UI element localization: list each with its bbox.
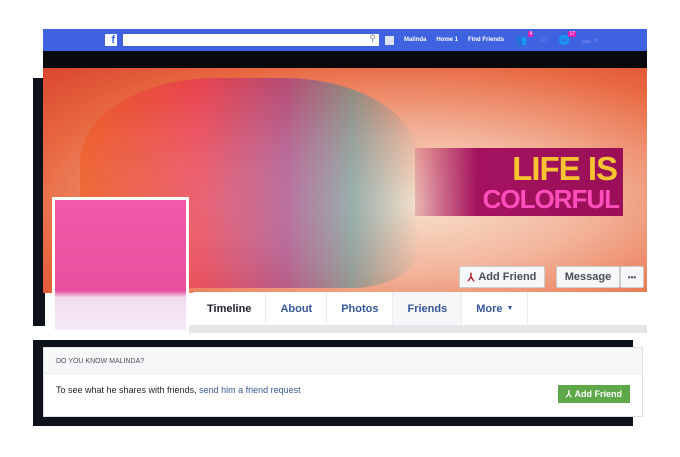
nav-find-friends-link[interactable]: Find Friends xyxy=(468,37,504,43)
nav-profile-link[interactable]: Malinda xyxy=(404,37,426,43)
home-count: 1 xyxy=(454,37,459,43)
badge: 4 xyxy=(528,30,534,37)
tab-friends[interactable]: Friends xyxy=(393,292,463,325)
profile-tabs: Timeline About Photos Friends More ▼ xyxy=(193,292,647,325)
divider xyxy=(189,325,647,333)
message-button[interactable]: Message xyxy=(556,266,620,288)
header-strip xyxy=(43,51,647,69)
friend-requests-icon[interactable]: 👥 4 xyxy=(516,30,534,46)
add-friend-icon: ⅄ xyxy=(566,388,572,399)
tab-more-label: More xyxy=(476,302,503,315)
badge: 17 xyxy=(568,30,577,37)
tab-photos[interactable]: Photos xyxy=(327,292,394,325)
notifications-icon[interactable]: 🌐 17 xyxy=(559,30,577,46)
card-body: To see what he shares with friends, send… xyxy=(44,374,642,395)
headline-line2: COLORFUL xyxy=(482,184,620,214)
privacy-icon[interactable]: ▬ ▾ xyxy=(582,35,598,46)
messages-icon[interactable]: ✉ xyxy=(539,35,547,46)
tab-timeline[interactable]: Timeline xyxy=(193,292,267,325)
card-text: To see what he shares with friends, xyxy=(56,385,200,395)
profile-picture[interactable] xyxy=(52,197,189,333)
nav-home-link[interactable]: Home 1 xyxy=(436,37,458,43)
avatar[interactable] xyxy=(385,35,394,45)
top-navbar: f ⚲ Malinda Home 1 Find Friends 👥 4 ✉ 🌐 17… xyxy=(43,29,647,51)
search-icon[interactable]: ⚲ xyxy=(369,33,376,44)
chevron-down-icon: ▼ xyxy=(506,305,514,312)
facebook-logo-icon[interactable]: f xyxy=(105,34,117,46)
home-label: Home xyxy=(436,37,454,43)
add-friend-label: Add Friend xyxy=(478,271,537,283)
search-input[interactable]: ⚲ xyxy=(123,33,379,46)
know-person-card: DO YOU KNOW MALINDA? To see what he shar… xyxy=(43,347,643,417)
cover-headline: LIFE IS COLORFUL xyxy=(415,148,623,216)
tab-about[interactable]: About xyxy=(266,292,328,325)
add-friend-button[interactable]: ⅄ Add Friend xyxy=(459,266,545,288)
more-options-button[interactable]: ••• xyxy=(620,266,644,288)
card-add-friend-label: Add Friend xyxy=(574,389,623,399)
card-add-friend-button[interactable]: ⅄ Add Friend xyxy=(558,385,630,403)
add-friend-icon: ⅄ xyxy=(467,271,475,284)
card-title: DO YOU KNOW MALINDA? xyxy=(44,348,642,374)
tab-more[interactable]: More ▼ xyxy=(462,292,529,325)
friend-request-link[interactable]: send him a friend request xyxy=(199,385,301,395)
headline-line1: LIFE IS xyxy=(512,150,618,187)
